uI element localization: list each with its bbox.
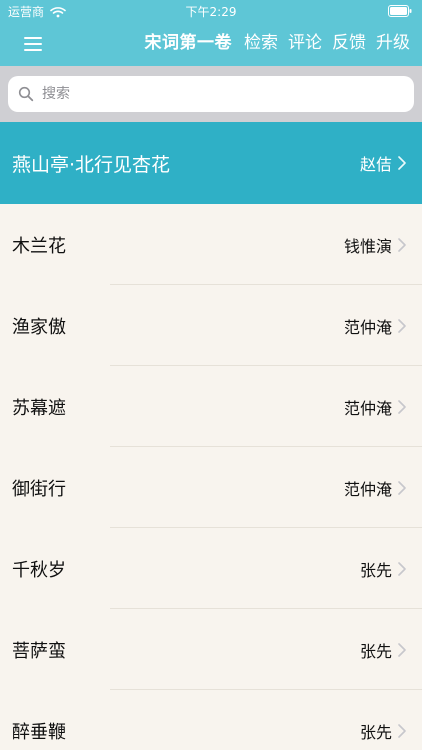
nav-title: 宋词第一卷 bbox=[144, 33, 232, 53]
list-item[interactable]: 木兰花 钱惟演 bbox=[0, 204, 422, 285]
chevron-right-icon bbox=[398, 156, 406, 170]
selected-author: 赵佶 bbox=[359, 155, 392, 174]
poem-title: 醉垂鞭 bbox=[12, 721, 66, 743]
poem-title: 木兰花 bbox=[12, 235, 66, 257]
selected-title: 燕山亭·北行见杏花 bbox=[12, 153, 171, 176]
menu-icon[interactable] bbox=[22, 33, 44, 55]
chevron-right-icon bbox=[398, 399, 406, 414]
poem-author: 范仲淹 bbox=[343, 317, 392, 337]
nav-right: 宋词第一卷 检索 评论 反馈 升级 bbox=[145, 30, 411, 56]
selected-row[interactable]: 燕山亭·北行见杏花 赵佶 bbox=[0, 122, 422, 204]
list-item[interactable]: 菩萨蛮 张先 bbox=[0, 609, 422, 690]
status-bar: 运营商 下午2:29 bbox=[0, 0, 422, 22]
poem-title: 菩萨蛮 bbox=[12, 640, 66, 662]
nav-link-feedback[interactable]: 反馈 bbox=[332, 30, 366, 56]
nav-link-upgrade[interactable]: 升级 bbox=[376, 30, 410, 56]
top-bar: 运营商 下午2:29 宋词第一卷 检索 评论 反馈 升级 bbox=[0, 0, 422, 66]
poem-title: 御街行 bbox=[12, 478, 66, 500]
poem-author: 张先 bbox=[359, 641, 392, 661]
nav-link-comments[interactable]: 评论 bbox=[288, 30, 322, 56]
chevron-right-icon bbox=[398, 561, 406, 576]
list-item[interactable]: 苏幕遮 范仲淹 bbox=[0, 366, 422, 447]
search-box[interactable] bbox=[8, 76, 414, 112]
search-area bbox=[0, 66, 422, 122]
search-icon bbox=[18, 86, 34, 102]
list-item[interactable]: 渔家傲 范仲淹 bbox=[0, 285, 422, 366]
poem-author: 张先 bbox=[359, 722, 392, 742]
chevron-right-icon bbox=[398, 318, 406, 333]
poem-title: 渔家傲 bbox=[12, 316, 66, 338]
poem-author: 张先 bbox=[359, 560, 392, 580]
poem-list: 木兰花 钱惟演 渔家傲 范仲淹 苏幕遮 范仲淹 御街行 范仲淹 千秋岁 张先 菩… bbox=[0, 204, 422, 750]
list-item[interactable]: 御街行 范仲淹 bbox=[0, 447, 422, 528]
search-input[interactable] bbox=[40, 85, 384, 103]
app: 运营商 下午2:29 宋词第一卷 检索 评论 反馈 升级 搜索 燕山亭·北行见杏… bbox=[0, 0, 422, 750]
poem-author: 钱惟演 bbox=[343, 236, 392, 256]
chevron-right-icon bbox=[398, 642, 406, 657]
nav-link-search[interactable]: 检索 bbox=[244, 30, 278, 56]
poem-title: 苏幕遮 bbox=[12, 397, 66, 419]
poem-author: 范仲淹 bbox=[343, 398, 392, 418]
chevron-right-icon bbox=[398, 480, 406, 495]
list-item[interactable]: 醉垂鞭 张先 bbox=[0, 690, 422, 750]
chevron-right-icon bbox=[398, 237, 406, 252]
status-time: 下午2:29 bbox=[185, 5, 237, 19]
poem-author: 范仲淹 bbox=[343, 479, 392, 499]
poem-title: 千秋岁 bbox=[12, 559, 66, 581]
list-item[interactable]: 千秋岁 张先 bbox=[0, 528, 422, 609]
chevron-right-icon bbox=[398, 723, 406, 738]
battery-icon bbox=[388, 5, 412, 17]
nav-bar: 宋词第一卷 检索 评论 反馈 升级 bbox=[0, 22, 422, 66]
